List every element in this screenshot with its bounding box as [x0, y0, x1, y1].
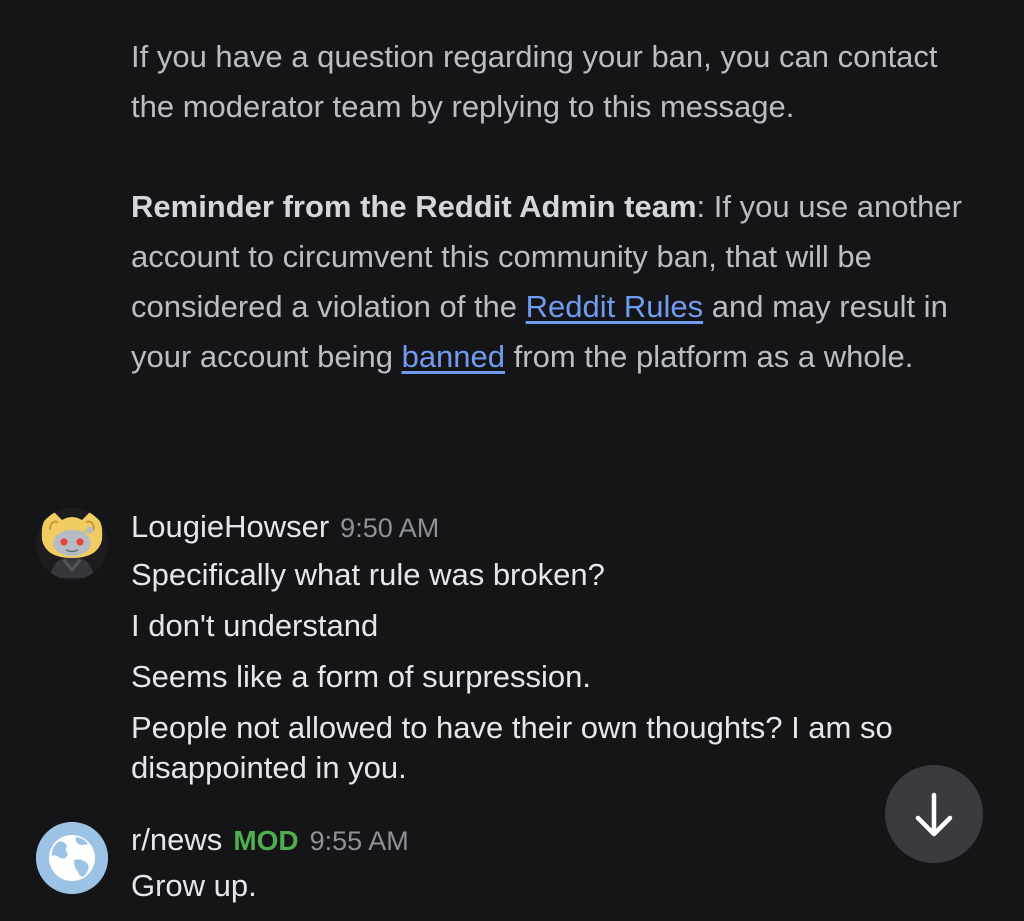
message-line[interactable]: I don't understand — [131, 606, 984, 646]
reddit-rules-link[interactable]: Reddit Rules — [526, 289, 703, 324]
arrow-down-icon — [915, 792, 953, 837]
avatar-r-news[interactable] — [36, 822, 108, 894]
message-body-lougiehowser: Specifically what rule was broken? I don… — [131, 555, 984, 799]
mod-badge: MOD — [233, 825, 299, 856]
message-line[interactable]: Grow up. — [131, 866, 984, 906]
message-timestamp: 9:55 AM — [309, 826, 409, 856]
banned-link[interactable]: banned — [402, 339, 505, 374]
scroll-to-bottom-button[interactable] — [885, 765, 983, 863]
username[interactable]: r/news — [131, 822, 222, 858]
ban-notice-message: If you have a question regarding your ba… — [131, 32, 984, 382]
message-header-r-news: r/news MOD 9:55 AM — [131, 822, 409, 858]
snoo-doge-avatar-icon — [36, 508, 108, 580]
message-header-lougiehowser: LougieHowser 9:50 AM — [131, 509, 439, 545]
message-timestamp: 9:50 AM — [340, 513, 440, 543]
admin-reminder-paragraph: Reminder from the Reddit Admin team: If … — [131, 182, 984, 382]
admin-reminder-text-3: from the platform as a whole. — [505, 339, 914, 374]
message-body-r-news: Grow up. — [131, 866, 984, 917]
message-line[interactable]: People not allowed to have their own tho… — [131, 708, 984, 788]
avatar-lougiehowser[interactable] — [36, 508, 108, 580]
globe-icon — [36, 822, 108, 894]
message-line[interactable]: Seems like a form of surpression. — [131, 657, 984, 697]
username[interactable]: LougieHowser — [131, 509, 329, 545]
admin-reminder-title: Reminder from the Reddit Admin team — [131, 189, 697, 224]
ban-notice-paragraph: If you have a question regarding your ba… — [131, 39, 938, 124]
message-line[interactable]: Specifically what rule was broken? — [131, 555, 984, 595]
admin-reminder-colon: : — [696, 189, 714, 224]
